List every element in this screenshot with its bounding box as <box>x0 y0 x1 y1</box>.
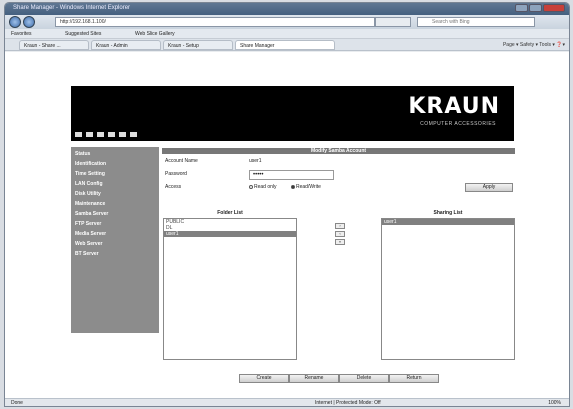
favorites-button[interactable]: Favorites <box>11 29 32 39</box>
suggested-sites-link[interactable]: Suggested Sites <box>65 29 101 39</box>
maximize-button[interactable] <box>529 4 542 12</box>
refresh-stop-buttons[interactable] <box>375 17 411 27</box>
address-row: http://192.168.1.100/ Search with Bing <box>5 15 569 29</box>
kraun-banner: KRAUN COMPUTER ACCESSORIES <box>71 86 514 141</box>
sidebar-item-identification[interactable]: Identification <box>75 159 155 169</box>
folder-list-title: Folder List <box>217 210 243 216</box>
banner-icon <box>119 132 126 137</box>
account-name-value: user1 <box>249 158 262 164</box>
folder-list-item[interactable]: user1 <box>164 231 296 237</box>
add-arrow-button[interactable]: › <box>335 223 345 229</box>
banner-icon <box>86 132 93 137</box>
sidebar-item-maintenance[interactable]: Maintenance <box>75 199 155 209</box>
banner-icon <box>130 132 137 137</box>
sidebar-item-status[interactable]: Status <box>75 149 155 159</box>
readwrite-label: Read/Write <box>296 184 321 190</box>
folder-list[interactable]: PUBLIC DL user1 <box>163 218 297 360</box>
status-bar: Done Internet | Protected Mode: Off 100% <box>5 398 569 406</box>
scroll-arrow-button[interactable]: » <box>335 239 345 245</box>
web-slice-link[interactable]: Web Slice Gallery <box>135 29 175 39</box>
access-readwrite-option[interactable]: Read/Write <box>291 184 321 190</box>
transfer-arrows: › ‹ » <box>335 223 345 247</box>
sharing-list[interactable]: user1 <box>381 218 515 360</box>
banner-icon <box>108 132 115 137</box>
banner-icon <box>75 132 82 137</box>
command-bar[interactable]: Page ▾ Safety ▾ Tools ▾ ❓▾ <box>503 41 565 49</box>
close-button[interactable] <box>543 4 565 12</box>
address-bar[interactable]: http://192.168.1.100/ <box>55 17 375 27</box>
status-text: Done <box>11 400 23 406</box>
access-label: Access <box>165 184 182 190</box>
window-title: Share Manager - Windows Internet Explore… <box>13 5 131 11</box>
sharing-list-item[interactable]: user1 <box>382 219 514 225</box>
sidebar-item-samba-server[interactable]: Samba Server <box>75 209 155 219</box>
zone-indicator: Internet | Protected Mode: Off <box>315 400 381 406</box>
sidebar-item-web-server[interactable]: Web Server <box>75 239 155 249</box>
tab-active[interactable]: Share Manager <box>235 40 335 50</box>
password-field[interactable]: ••••• <box>249 170 334 180</box>
sidebar-item-media-server[interactable]: Media Server <box>75 229 155 239</box>
back-icon[interactable] <box>9 16 21 28</box>
return-button[interactable]: Return <box>389 374 439 383</box>
banner-icons <box>75 132 137 137</box>
browser-window: Share Manager - Windows Internet Explore… <box>4 2 570 407</box>
tab-row: Kraun - Share ... Kraun - Admin Kraun - … <box>5 39 569 51</box>
apply-button[interactable]: Apply <box>465 183 513 192</box>
tab-2[interactable]: Kraun - Setup <box>163 40 233 50</box>
sidebar-item-bt-server[interactable]: BT Server <box>75 249 155 259</box>
radio-readwrite[interactable] <box>291 184 295 189</box>
readonly-label: Read only <box>254 184 277 190</box>
sidebar-menu: Status Identification Time Setting LAN C… <box>71 147 159 333</box>
search-input[interactable]: Search with Bing <box>417 17 535 27</box>
form-heading: Modify Samba Account <box>162 148 515 154</box>
sidebar-item-time-setting[interactable]: Time Setting <box>75 169 155 179</box>
minimize-button[interactable] <box>515 4 528 12</box>
sidebar-item-lan-config[interactable]: LAN Config <box>75 179 155 189</box>
access-readonly-option[interactable]: Read only <box>249 184 277 190</box>
favorites-bar: Favorites Suggested Sites Web Slice Gall… <box>5 29 569 39</box>
sharing-list-title: Sharing List <box>433 210 463 216</box>
sidebar-item-disk-utility[interactable]: Disk Utility <box>75 189 155 199</box>
tab-1[interactable]: Kraun - Admin <box>91 40 161 50</box>
zoom-level[interactable]: 100% <box>548 399 561 406</box>
sidebar-item-ftp-server[interactable]: FTP Server <box>75 219 155 229</box>
tab-0[interactable]: Kraun - Share ... <box>19 40 89 50</box>
remove-arrow-button[interactable]: ‹ <box>335 231 345 237</box>
page-viewport: KRAUN COMPUTER ACCESSORIES Status Identi… <box>5 52 569 398</box>
title-bar: Share Manager - Windows Internet Explore… <box>5 3 569 15</box>
radio-readonly[interactable] <box>249 184 253 189</box>
account-name-label: Account Name <box>165 158 198 164</box>
kraun-logo: KRAUN <box>408 94 500 119</box>
banner-icon <box>97 132 104 137</box>
create-button[interactable]: Create <box>239 374 289 383</box>
delete-button[interactable]: Delete <box>339 374 389 383</box>
rename-button[interactable]: Rename <box>289 374 339 383</box>
forward-icon[interactable] <box>23 16 35 28</box>
password-label: Password <box>165 171 187 177</box>
logo-tagline: COMPUTER ACCESSORIES <box>420 121 496 127</box>
